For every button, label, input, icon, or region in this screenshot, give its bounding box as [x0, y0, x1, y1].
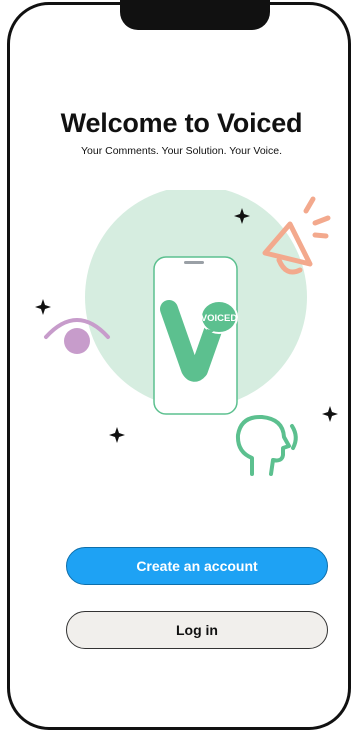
page-tagline: Your Comments. Your Solution. Your Voice… [81, 145, 282, 157]
sparkle-icon [35, 299, 51, 315]
speaking-head-icon [235, 414, 298, 476]
login-button[interactable]: Log in [66, 611, 328, 649]
page-title: Welcome to Voiced [60, 108, 303, 138]
hero-illustration: VOICED [35, 190, 338, 476]
sparkle-icon [109, 427, 125, 443]
login-label: Log in [176, 622, 218, 638]
create-account-label: Create an account [136, 558, 258, 574]
sparkle-icon [322, 406, 338, 422]
create-account-button[interactable]: Create an account [66, 547, 328, 585]
phone-graphic [153, 256, 238, 415]
phone-notch [120, 0, 270, 30]
logo-bubble-text: VOICED [201, 313, 238, 324]
